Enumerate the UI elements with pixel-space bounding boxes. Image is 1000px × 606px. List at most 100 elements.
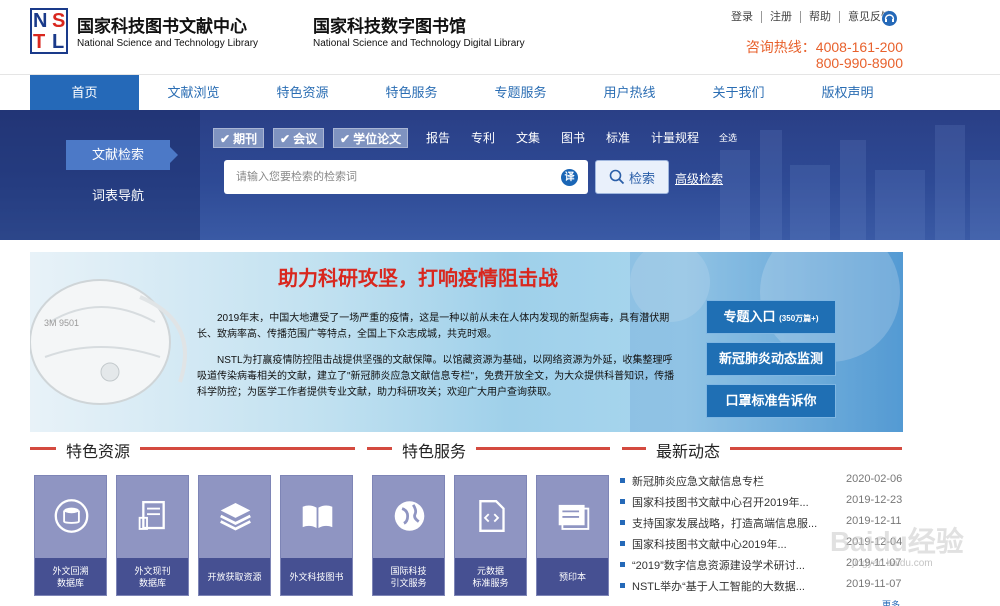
topic-entry-button[interactable]: 专题入口 (350万篇+) [706, 300, 836, 334]
bullet-icon [620, 478, 625, 483]
banner-paragraph-2: NSTL为打赢疫情防控阻击战提供坚强的文献保障。以馆藏资源为基础，以网络资源为外… [197, 355, 675, 398]
tile-citation-service[interactable]: 国际科技 引文服务 [372, 475, 445, 596]
mask-image: 3M 9501 [29, 262, 200, 412]
book-icon [302, 505, 333, 529]
tile-label: 外文回溯 数据库 [35, 558, 106, 595]
news-date: 2019-11-07 [846, 578, 902, 590]
nav-copyright[interactable]: 版权声明 [793, 75, 902, 111]
check-icon: ✔ [280, 132, 291, 146]
news-title[interactable]: 国家科技图书文献中心召开2019年... [632, 494, 830, 510]
nav-about[interactable]: 关于我们 [684, 75, 793, 111]
hotline-number-2: 800-990-8900 [815, 55, 903, 71]
bullet-icon [620, 583, 625, 588]
logo-letter-s: S [52, 10, 66, 32]
tile-label: 预印本 [537, 558, 608, 595]
hotline-text: 咨询热线：4008-161-200 [745, 39, 903, 55]
tile-label: 外文科技图书 [281, 558, 352, 595]
logo-letter-n: N [33, 10, 48, 32]
bullet-icon [620, 520, 625, 525]
baidu-watermark: Baidu经验 [830, 526, 964, 557]
topic-entry-label: 专题入口 [723, 309, 776, 324]
banner-title: 助力科研攻坚，打响疫情阻击战 [278, 266, 558, 290]
tile-open-access[interactable]: 开放获取资源 [198, 475, 271, 596]
category-thesis[interactable]: ✔ 学位论文 [333, 128, 409, 148]
news-title[interactable]: 新冠肺炎应急文献信息专栏 [632, 473, 830, 489]
tile-foreign-books[interactable]: 外文科技图书 [280, 475, 353, 596]
nav-topic-services[interactable]: 专题服务 [466, 75, 575, 111]
category-journal[interactable]: ✔ 期刊 [213, 128, 265, 148]
category-patent[interactable]: 专利 [471, 128, 495, 148]
bullet-icon [620, 541, 625, 546]
nav-featured-services[interactable]: 特色服务 [357, 75, 466, 111]
search-button-label: 检索 [628, 170, 655, 186]
database-icon [54, 499, 89, 533]
baidu-watermark-url: jingyan.baidu.com [852, 558, 933, 569]
category-book[interactable]: 图书 [561, 128, 585, 148]
search-button[interactable]: 检索 [595, 160, 669, 194]
news-item[interactable]: NSTL举办“基于人工智能的大数据... 2019-11-07 [620, 577, 910, 598]
nav-featured-resources[interactable]: 特色资源 [248, 75, 357, 111]
covid-monitor-button[interactable]: 新冠肺炎动态监测 [706, 342, 836, 376]
search-input[interactable] [224, 160, 588, 194]
tile-foreign-retro-db[interactable]: 外文回溯 数据库 [34, 475, 107, 596]
register-link[interactable]: 注册 [761, 11, 800, 23]
category-label: 会议 [293, 132, 318, 146]
search-icon [609, 169, 625, 185]
newspaper-icon [138, 500, 165, 530]
tile-label: 国际科技 引文服务 [373, 558, 444, 595]
check-icon: ✔ [220, 132, 231, 146]
site-title-en: National Science and Technology Library [77, 38, 259, 49]
logo-letter-l: L [52, 31, 65, 53]
news-title[interactable]: “2019”数字信息资源建设学术研讨... [632, 557, 830, 573]
news-title[interactable]: 支持国家发展战略，打造高端信息服... [632, 515, 830, 531]
bullet-icon [620, 562, 625, 567]
advanced-search-link[interactable]: 高级检索 [675, 170, 723, 187]
digital-library-title-en: National Science and Technology Digital … [313, 38, 525, 49]
category-metrology[interactable]: 计量规程 [651, 128, 699, 148]
nav-browse[interactable]: 文献浏览 [139, 75, 248, 111]
help-link[interactable]: 帮助 [800, 11, 839, 23]
services-section-title: 特色服务 [392, 438, 477, 462]
mask-standard-button[interactable]: 口罩标准告诉你 [706, 384, 836, 418]
tab-document-search[interactable]: 文献检索 [66, 140, 178, 170]
preprint-icon [558, 504, 590, 530]
category-standard[interactable]: 标准 [606, 128, 630, 148]
nav-home[interactable]: 首页 [30, 75, 139, 111]
search-side-panel [0, 110, 200, 240]
mask-model-text: 3M 9501 [44, 318, 80, 328]
logo-letter-t: T [33, 31, 46, 53]
nav-user-hotline[interactable]: 用户热线 [575, 75, 684, 111]
nstl-logo[interactable]: N S T L [30, 8, 68, 54]
check-icon: ✔ [340, 132, 351, 146]
news-title[interactable]: NSTL举办“基于人工智能的大数据... [632, 578, 830, 594]
main-nav: 首页 文献浏览 特色资源 特色服务 专题服务 用户热线 关于我们 版权声明 [0, 74, 1000, 111]
layers-icon [220, 503, 251, 531]
category-report[interactable]: 报告 [426, 128, 450, 148]
category-label: 期刊 [233, 132, 258, 146]
tile-label: 元数据 标准服务 [455, 558, 526, 595]
top-links: 登录 注册 帮助 意见反馈 [723, 11, 900, 23]
select-all[interactable]: 全选 [719, 128, 737, 148]
news-item[interactable]: 新冠肺炎应急文献信息专栏 2020-02-06 [620, 472, 910, 493]
tile-metadata-service[interactable]: 元数据 标准服务 [454, 475, 527, 596]
news-date: 2020-02-06 [846, 473, 903, 485]
news-date: 2019-12-23 [846, 494, 903, 506]
tile-foreign-current-db[interactable]: 外文现刊 数据库 [116, 475, 189, 596]
news-title[interactable]: 国家科技图书文献中心2019年... [632, 536, 830, 552]
headset-icon[interactable] [882, 11, 897, 26]
tile-preprint[interactable]: 预印本 [536, 475, 609, 596]
digital-library-title-cn: 国家科技数字图书馆 [313, 17, 466, 37]
more-news-link[interactable]: 更多 [882, 598, 900, 606]
banner-paragraph-1: 2019年末，中国大地遭受了一场严重的疫情，这是一种以前从未在人体内发现的新型病… [197, 313, 670, 340]
news-item[interactable]: 国家科技图书文献中心召开2019年... 2019-12-23 [620, 493, 910, 514]
translate-icon[interactable]: 译 [561, 169, 578, 186]
bullet-icon [620, 499, 625, 504]
login-link[interactable]: 登录 [723, 11, 761, 23]
tab-thesaurus-nav[interactable]: 词表导航 [66, 185, 170, 204]
category-label: 学位论文 [353, 132, 402, 146]
category-conference[interactable]: ✔ 会议 [273, 128, 325, 148]
category-proceedings[interactable]: 文集 [516, 128, 540, 148]
resources-section-title: 特色资源 [56, 438, 141, 462]
code-file-icon [479, 500, 505, 532]
globe-icon [394, 501, 425, 531]
